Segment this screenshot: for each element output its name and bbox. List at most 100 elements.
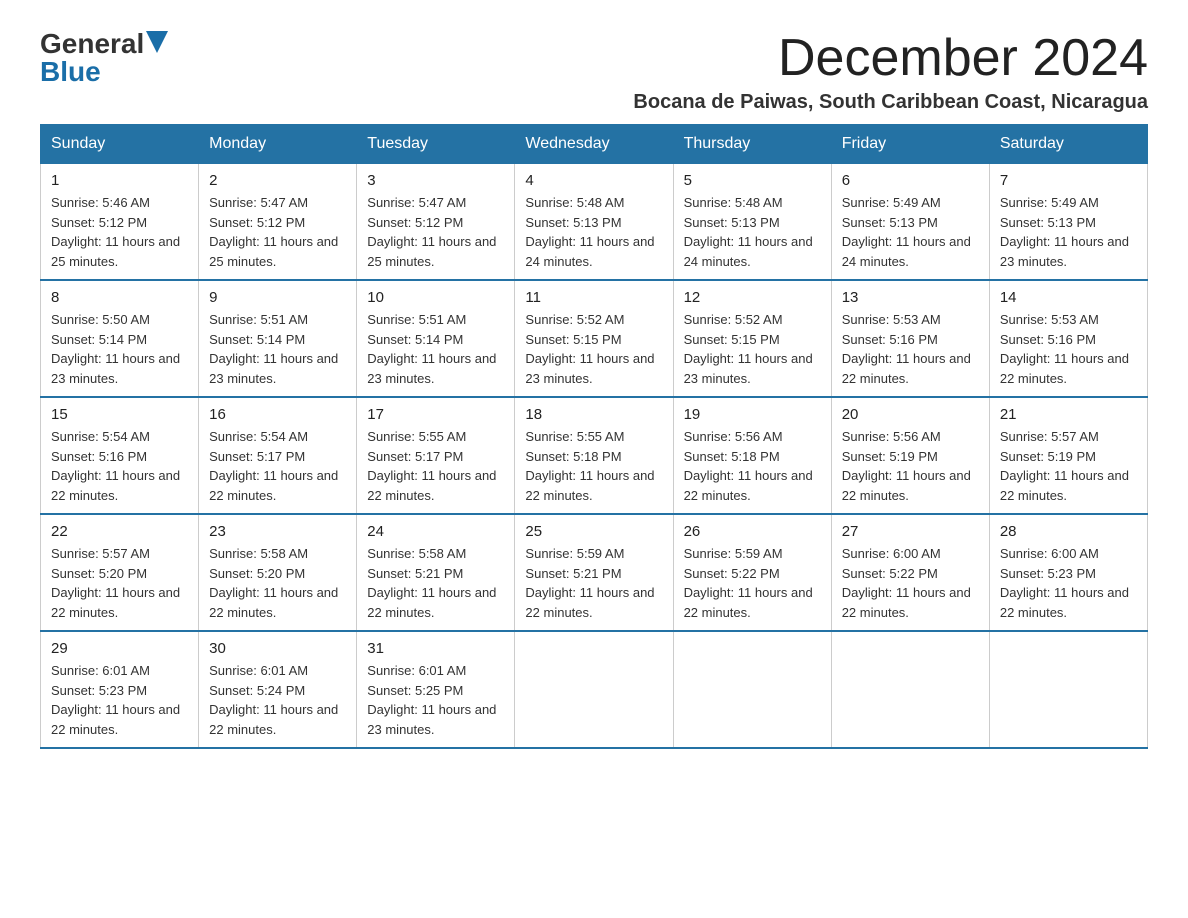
- header-wednesday: Wednesday: [515, 125, 673, 164]
- calendar-cell: [831, 631, 989, 748]
- calendar-table: SundayMondayTuesdayWednesdayThursdayFrid…: [40, 124, 1148, 749]
- day-info: Sunrise: 6:01 AMSunset: 5:24 PMDaylight:…: [209, 661, 346, 739]
- day-info: Sunrise: 5:51 AMSunset: 5:14 PMDaylight:…: [367, 310, 504, 388]
- page-header: General Blue December 2024 Bocana de Pai…: [40, 30, 1148, 114]
- day-info: Sunrise: 5:55 AMSunset: 5:18 PMDaylight:…: [525, 427, 662, 505]
- calendar-cell: 12 Sunrise: 5:52 AMSunset: 5:15 PMDaylig…: [673, 280, 831, 397]
- calendar-cell: 4 Sunrise: 5:48 AMSunset: 5:13 PMDayligh…: [515, 164, 673, 281]
- calendar-cell: 10 Sunrise: 5:51 AMSunset: 5:14 PMDaylig…: [357, 280, 515, 397]
- day-info: Sunrise: 5:49 AMSunset: 5:13 PMDaylight:…: [842, 193, 979, 271]
- calendar-cell: [673, 631, 831, 748]
- day-info: Sunrise: 5:48 AMSunset: 5:13 PMDaylight:…: [684, 193, 821, 271]
- calendar-cell: 6 Sunrise: 5:49 AMSunset: 5:13 PMDayligh…: [831, 164, 989, 281]
- header-thursday: Thursday: [673, 125, 831, 164]
- calendar-week-row: 1 Sunrise: 5:46 AMSunset: 5:12 PMDayligh…: [41, 164, 1148, 281]
- calendar-cell: 27 Sunrise: 6:00 AMSunset: 5:22 PMDaylig…: [831, 514, 989, 631]
- day-info: Sunrise: 5:58 AMSunset: 5:21 PMDaylight:…: [367, 544, 504, 622]
- calendar-cell: 26 Sunrise: 5:59 AMSunset: 5:22 PMDaylig…: [673, 514, 831, 631]
- day-info: Sunrise: 5:53 AMSunset: 5:16 PMDaylight:…: [842, 310, 979, 388]
- day-info: Sunrise: 5:59 AMSunset: 5:21 PMDaylight:…: [525, 544, 662, 622]
- calendar-cell: 20 Sunrise: 5:56 AMSunset: 5:19 PMDaylig…: [831, 397, 989, 514]
- day-info: Sunrise: 5:47 AMSunset: 5:12 PMDaylight:…: [367, 193, 504, 271]
- logo-general-text: General: [40, 30, 144, 58]
- header-tuesday: Tuesday: [357, 125, 515, 164]
- day-number: 23: [209, 523, 346, 540]
- day-number: 27: [842, 523, 979, 540]
- calendar-cell: 22 Sunrise: 5:57 AMSunset: 5:20 PMDaylig…: [41, 514, 199, 631]
- calendar-cell: 23 Sunrise: 5:58 AMSunset: 5:20 PMDaylig…: [199, 514, 357, 631]
- title-block: December 2024 Bocana de Paiwas, South Ca…: [633, 30, 1148, 114]
- calendar-cell: 17 Sunrise: 5:55 AMSunset: 5:17 PMDaylig…: [357, 397, 515, 514]
- calendar-cell: 29 Sunrise: 6:01 AMSunset: 5:23 PMDaylig…: [41, 631, 199, 748]
- day-number: 4: [525, 172, 662, 189]
- calendar-cell: [515, 631, 673, 748]
- day-info: Sunrise: 5:54 AMSunset: 5:16 PMDaylight:…: [51, 427, 188, 505]
- calendar-cell: 31 Sunrise: 6:01 AMSunset: 5:25 PMDaylig…: [357, 631, 515, 748]
- calendar-cell: 21 Sunrise: 5:57 AMSunset: 5:19 PMDaylig…: [989, 397, 1147, 514]
- calendar-week-row: 15 Sunrise: 5:54 AMSunset: 5:16 PMDaylig…: [41, 397, 1148, 514]
- calendar-cell: 28 Sunrise: 6:00 AMSunset: 5:23 PMDaylig…: [989, 514, 1147, 631]
- day-info: Sunrise: 5:57 AMSunset: 5:20 PMDaylight:…: [51, 544, 188, 622]
- location-subtitle: Bocana de Paiwas, South Caribbean Coast,…: [633, 91, 1148, 114]
- day-info: Sunrise: 6:01 AMSunset: 5:23 PMDaylight:…: [51, 661, 188, 739]
- day-info: Sunrise: 5:58 AMSunset: 5:20 PMDaylight:…: [209, 544, 346, 622]
- day-info: Sunrise: 5:46 AMSunset: 5:12 PMDaylight:…: [51, 193, 188, 271]
- day-number: 1: [51, 172, 188, 189]
- day-number: 18: [525, 406, 662, 423]
- calendar-cell: 5 Sunrise: 5:48 AMSunset: 5:13 PMDayligh…: [673, 164, 831, 281]
- day-info: Sunrise: 5:51 AMSunset: 5:14 PMDaylight:…: [209, 310, 346, 388]
- calendar-cell: 25 Sunrise: 5:59 AMSunset: 5:21 PMDaylig…: [515, 514, 673, 631]
- day-info: Sunrise: 5:49 AMSunset: 5:13 PMDaylight:…: [1000, 193, 1137, 271]
- calendar-cell: 11 Sunrise: 5:52 AMSunset: 5:15 PMDaylig…: [515, 280, 673, 397]
- day-number: 9: [209, 289, 346, 306]
- day-number: 7: [1000, 172, 1137, 189]
- calendar-cell: 15 Sunrise: 5:54 AMSunset: 5:16 PMDaylig…: [41, 397, 199, 514]
- header-monday: Monday: [199, 125, 357, 164]
- calendar-week-row: 29 Sunrise: 6:01 AMSunset: 5:23 PMDaylig…: [41, 631, 1148, 748]
- day-number: 30: [209, 640, 346, 657]
- day-number: 31: [367, 640, 504, 657]
- day-number: 10: [367, 289, 504, 306]
- day-info: Sunrise: 5:56 AMSunset: 5:18 PMDaylight:…: [684, 427, 821, 505]
- calendar-week-row: 22 Sunrise: 5:57 AMSunset: 5:20 PMDaylig…: [41, 514, 1148, 631]
- day-info: Sunrise: 5:52 AMSunset: 5:15 PMDaylight:…: [684, 310, 821, 388]
- calendar-cell: 18 Sunrise: 5:55 AMSunset: 5:18 PMDaylig…: [515, 397, 673, 514]
- header-friday: Friday: [831, 125, 989, 164]
- day-number: 20: [842, 406, 979, 423]
- day-number: 19: [684, 406, 821, 423]
- calendar-cell: 9 Sunrise: 5:51 AMSunset: 5:14 PMDayligh…: [199, 280, 357, 397]
- day-number: 5: [684, 172, 821, 189]
- day-number: 16: [209, 406, 346, 423]
- month-title: December 2024: [633, 30, 1148, 87]
- day-number: 15: [51, 406, 188, 423]
- day-number: 8: [51, 289, 188, 306]
- day-info: Sunrise: 6:01 AMSunset: 5:25 PMDaylight:…: [367, 661, 504, 739]
- day-info: Sunrise: 5:47 AMSunset: 5:12 PMDaylight:…: [209, 193, 346, 271]
- day-info: Sunrise: 5:53 AMSunset: 5:16 PMDaylight:…: [1000, 310, 1137, 388]
- logo-triangle-icon: [146, 31, 168, 53]
- header-sunday: Sunday: [41, 125, 199, 164]
- day-number: 29: [51, 640, 188, 657]
- day-number: 28: [1000, 523, 1137, 540]
- logo-blue-text: Blue: [40, 58, 101, 86]
- day-number: 14: [1000, 289, 1137, 306]
- header-saturday: Saturday: [989, 125, 1147, 164]
- day-number: 2: [209, 172, 346, 189]
- calendar-cell: 7 Sunrise: 5:49 AMSunset: 5:13 PMDayligh…: [989, 164, 1147, 281]
- day-number: 12: [684, 289, 821, 306]
- calendar-cell: 3 Sunrise: 5:47 AMSunset: 5:12 PMDayligh…: [357, 164, 515, 281]
- day-number: 6: [842, 172, 979, 189]
- calendar-cell: 2 Sunrise: 5:47 AMSunset: 5:12 PMDayligh…: [199, 164, 357, 281]
- day-number: 3: [367, 172, 504, 189]
- day-number: 25: [525, 523, 662, 540]
- calendar-cell: 14 Sunrise: 5:53 AMSunset: 5:16 PMDaylig…: [989, 280, 1147, 397]
- day-number: 21: [1000, 406, 1137, 423]
- calendar-cell: 8 Sunrise: 5:50 AMSunset: 5:14 PMDayligh…: [41, 280, 199, 397]
- day-info: Sunrise: 5:55 AMSunset: 5:17 PMDaylight:…: [367, 427, 504, 505]
- calendar-cell: 19 Sunrise: 5:56 AMSunset: 5:18 PMDaylig…: [673, 397, 831, 514]
- day-number: 22: [51, 523, 188, 540]
- day-info: Sunrise: 5:50 AMSunset: 5:14 PMDaylight:…: [51, 310, 188, 388]
- day-number: 11: [525, 289, 662, 306]
- calendar-cell: 16 Sunrise: 5:54 AMSunset: 5:17 PMDaylig…: [199, 397, 357, 514]
- day-info: Sunrise: 6:00 AMSunset: 5:23 PMDaylight:…: [1000, 544, 1137, 622]
